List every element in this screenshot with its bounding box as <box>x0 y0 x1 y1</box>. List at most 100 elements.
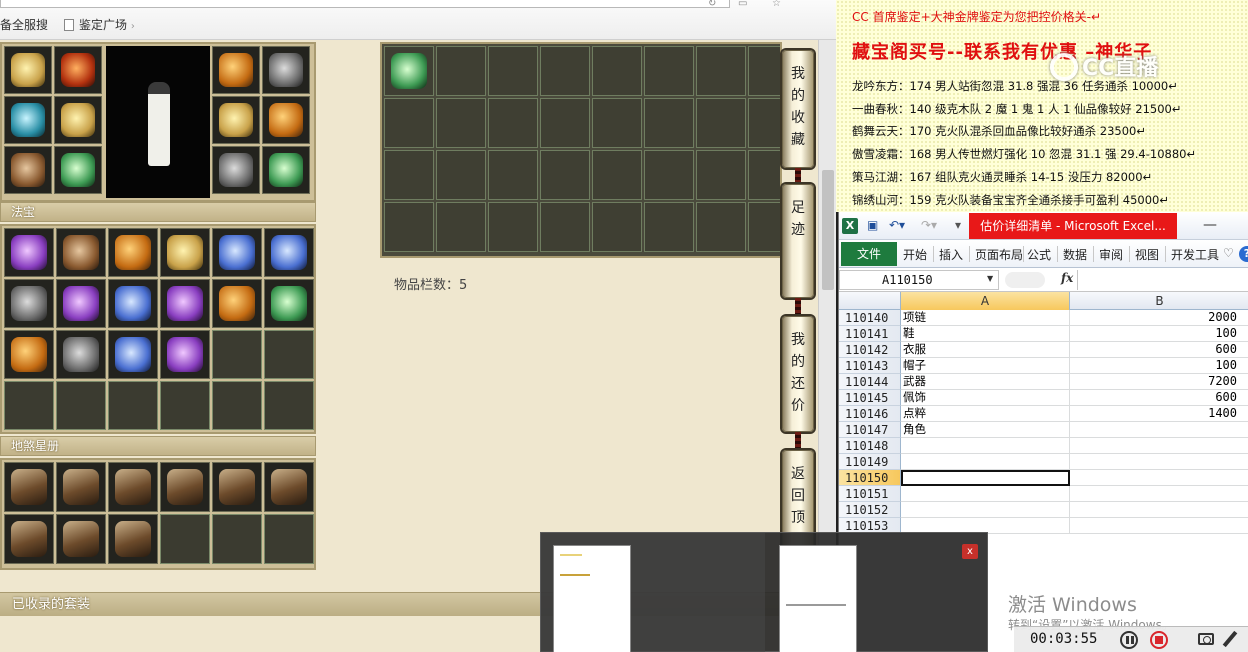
cell-a[interactable] <box>901 502 1070 518</box>
ribbon-collapse-icon[interactable]: ♡ <box>1223 246 1234 260</box>
star-card[interactable] <box>4 514 54 564</box>
cell-a[interactable]: 角色 <box>901 422 1070 438</box>
inventory-empty-slot[interactable] <box>748 150 780 200</box>
row-header[interactable]: 110140 <box>839 310 901 326</box>
fabao-item[interactable] <box>212 279 262 328</box>
cell-b[interactable]: 2000 <box>1070 310 1248 326</box>
fabao-empty-slot[interactable] <box>212 330 262 379</box>
name-box[interactable]: A110150 <box>839 270 999 290</box>
tab-review[interactable]: 审阅 <box>1099 246 1123 263</box>
fabao-item[interactable] <box>56 279 106 328</box>
star-empty-slot[interactable] <box>264 514 314 564</box>
save-icon[interactable]: ▣ <box>867 218 878 232</box>
tab-insert[interactable]: 插入 <box>939 246 963 263</box>
formula-input[interactable] <box>1077 270 1248 290</box>
inventory-empty-slot[interactable] <box>592 46 642 96</box>
cell-a[interactable]: 帽子 <box>901 358 1070 374</box>
tab-icon[interactable]: ▭ <box>738 0 752 9</box>
fabao-item[interactable] <box>108 330 158 379</box>
cell-b[interactable]: 100 <box>1070 358 1248 374</box>
star-empty-slot[interactable] <box>160 514 210 564</box>
cell-b[interactable] <box>1070 422 1248 438</box>
fabao-item[interactable] <box>56 330 106 379</box>
close-icon[interactable]: x <box>962 544 978 559</box>
equipment-item[interactable] <box>54 46 102 94</box>
star-card[interactable] <box>108 514 158 564</box>
cell-b[interactable] <box>1070 502 1248 518</box>
cell-a[interactable]: 衣服 <box>901 342 1070 358</box>
help-icon[interactable]: ? <box>1239 246 1248 262</box>
cell-a[interactable]: 点粹 <box>901 406 1070 422</box>
reload-icon[interactable]: ↻ <box>708 0 722 9</box>
cell-b[interactable] <box>1070 438 1248 454</box>
cell-a[interactable]: 项链 <box>901 310 1070 326</box>
tab-home[interactable]: 开始 <box>903 246 927 263</box>
inventory-empty-slot[interactable] <box>488 150 538 200</box>
fabao-empty-slot[interactable] <box>212 381 262 430</box>
equipment-item[interactable] <box>54 146 102 194</box>
star-empty-slot[interactable] <box>212 514 262 564</box>
cell-b[interactable]: 600 <box>1070 342 1248 358</box>
tab-developer[interactable]: 开发工具 <box>1171 246 1219 263</box>
bookmark-item[interactable]: 备全服搜 <box>0 16 48 33</box>
cell-b[interactable] <box>1070 518 1248 534</box>
inventory-empty-slot[interactable] <box>592 202 642 252</box>
formula-bar-handle[interactable] <box>1005 272 1045 288</box>
equipment-item[interactable] <box>4 96 52 144</box>
row-header[interactable]: 110145 <box>839 390 901 406</box>
tab-data[interactable]: 数据 <box>1063 246 1087 263</box>
equipment-item[interactable] <box>212 96 260 144</box>
fabao-item[interactable] <box>108 279 158 328</box>
equipment-item[interactable] <box>54 96 102 144</box>
tab-my-favorites[interactable]: 我 的 收 藏 <box>782 50 814 168</box>
fabao-empty-slot[interactable] <box>160 381 210 430</box>
select-all-corner[interactable] <box>839 292 901 310</box>
star-card[interactable] <box>108 462 158 512</box>
undo-icon[interactable]: ↶▾ <box>889 218 905 232</box>
star-card[interactable] <box>264 462 314 512</box>
tab-file[interactable]: 文件 <box>841 242 897 266</box>
row-header[interactable]: 110144 <box>839 374 901 390</box>
fabao-empty-slot[interactable] <box>108 381 158 430</box>
fabao-item[interactable] <box>4 330 54 379</box>
inventory-empty-slot[interactable] <box>696 202 746 252</box>
cell-b[interactable]: 600 <box>1070 390 1248 406</box>
row-header[interactable]: 110142 <box>839 342 901 358</box>
star-card[interactable] <box>56 514 106 564</box>
inventory-empty-slot[interactable] <box>540 46 590 96</box>
row-header[interactable]: 110143 <box>839 358 901 374</box>
address-bar[interactable] <box>0 0 730 8</box>
cell-b[interactable]: 100 <box>1070 326 1248 342</box>
row-header[interactable]: 110147 <box>839 422 901 438</box>
tab-my-offers[interactable]: 我 的 还 价 <box>782 316 814 432</box>
pause-icon[interactable] <box>1120 631 1138 649</box>
fabao-item[interactable] <box>160 330 210 379</box>
chevron-down-icon[interactable]: ▼ <box>987 274 993 283</box>
inventory-empty-slot[interactable] <box>488 46 538 96</box>
fabao-item[interactable] <box>4 228 54 277</box>
fabao-empty-slot[interactable] <box>264 381 314 430</box>
fabao-empty-slot[interactable] <box>56 381 106 430</box>
inventory-empty-slot[interactable] <box>748 202 780 252</box>
cell-a[interactable]: 佩饰 <box>901 390 1070 406</box>
row-header[interactable]: 110148 <box>839 438 901 454</box>
inventory-empty-slot[interactable] <box>592 98 642 148</box>
inventory-empty-slot[interactable] <box>384 150 434 200</box>
redo-icon[interactable]: ↷▾ <box>921 218 937 232</box>
row-header[interactable]: 110141 <box>839 326 901 342</box>
tab-view[interactable]: 视图 <box>1135 246 1159 263</box>
fabao-empty-slot[interactable] <box>264 330 314 379</box>
row-header[interactable]: 110149 <box>839 454 901 470</box>
fabao-empty-slot[interactable] <box>4 381 54 430</box>
cell-a[interactable] <box>901 470 1070 486</box>
star-card[interactable] <box>160 462 210 512</box>
cell-a[interactable] <box>901 454 1070 470</box>
inventory-empty-slot[interactable] <box>436 202 486 252</box>
star-card[interactable] <box>212 462 262 512</box>
inventory-empty-slot[interactable] <box>592 150 642 200</box>
fabao-item[interactable] <box>108 228 158 277</box>
cell-b[interactable]: 1400 <box>1070 406 1248 422</box>
equipment-item[interactable] <box>262 46 310 94</box>
inventory-empty-slot[interactable] <box>540 202 590 252</box>
column-header-b[interactable]: B <box>1070 292 1248 310</box>
